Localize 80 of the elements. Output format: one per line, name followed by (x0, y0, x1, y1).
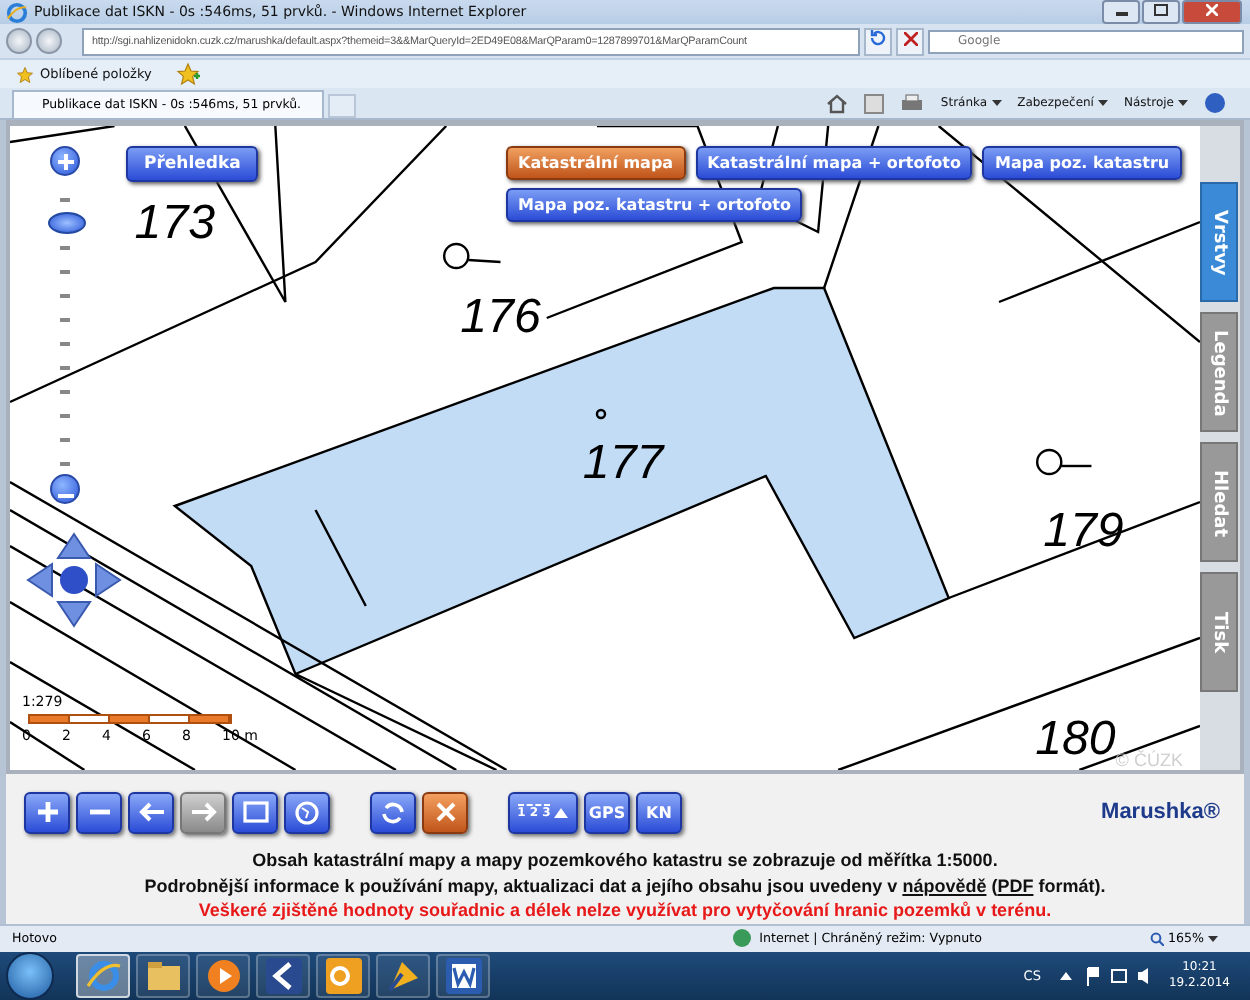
arrow-app-icon (385, 958, 421, 994)
refresh-button[interactable] (864, 27, 892, 56)
refresh-icon (380, 799, 406, 826)
side-tab[interactable]: Vrstvy (1200, 182, 1238, 303)
parcel-number: 176 (460, 290, 541, 345)
minimize-button[interactable] (1102, 0, 1140, 25)
tool-button[interactable]: KN (636, 791, 682, 834)
plus-icon (57, 153, 73, 170)
caret-icon (1097, 100, 1108, 107)
home-icon[interactable] (826, 93, 849, 114)
parcel-number: 180 (1035, 712, 1116, 767)
minus-icon (87, 808, 111, 817)
pan-control-icon[interactable] (24, 530, 124, 631)
caret-icon (1178, 100, 1188, 107)
parcel-number: 179 (1043, 504, 1124, 559)
side-tab[interactable]: Legenda (1200, 312, 1238, 433)
maximize-icon (1154, 4, 1168, 17)
caret-icon (1208, 935, 1218, 942)
overview-button[interactable]: Přehledka (126, 146, 259, 183)
help-note: Podrobnější informace k používání mapy, aktualizaci dat a jejího obsahu jsou uvedeny v nápovědě (PDF formát). (144, 873, 1106, 899)
forward-button[interactable] (36, 28, 62, 55)
layer-button[interactable]: Katastrální mapa + ortofoto (695, 146, 973, 181)
refresh-icon (870, 29, 886, 46)
help-link[interactable]: nápovědě (902, 875, 987, 896)
zoom-in-button[interactable] (50, 146, 80, 177)
back-button[interactable] (128, 791, 174, 834)
close-icon (1206, 4, 1218, 17)
maximize-button[interactable] (1142, 0, 1180, 25)
taskbar-app[interactable] (196, 954, 250, 998)
help-icon[interactable] (1204, 92, 1226, 115)
document-app-icon (445, 958, 481, 994)
folder-icon (145, 960, 181, 992)
refresh-button[interactable] (370, 791, 416, 834)
globe-button[interactable] (284, 791, 330, 834)
plus-icon (35, 800, 59, 825)
close-icon (433, 800, 457, 825)
rectangle-icon (241, 800, 269, 825)
close-icon (903, 31, 917, 46)
close-button[interactable] (1182, 0, 1242, 25)
minus-icon (57, 493, 73, 498)
parcel-number: 177 (582, 436, 664, 491)
parcel-number: 173 (134, 196, 216, 251)
left-arrow-icon (137, 800, 165, 825)
tray-icons[interactable] (1056, 966, 1153, 986)
start-button[interactable] (6, 952, 54, 1000)
taskbar-app[interactable] (136, 954, 190, 998)
stop-button[interactable] (896, 27, 924, 56)
browser-logo-icon (6, 1, 28, 24)
tool-button[interactable]: GPS (584, 791, 630, 834)
layer-button[interactable]: Katastrální mapa (506, 146, 686, 181)
taskbar-app[interactable] (376, 954, 430, 998)
layer-button[interactable]: Mapa poz. katastru (982, 146, 1182, 181)
right-arrow-icon (189, 800, 217, 825)
clear-button[interactable] (422, 791, 468, 834)
magnifier-icon (1149, 931, 1164, 946)
caret-icon (991, 100, 1002, 107)
minimize-icon (1115, 12, 1127, 17)
add-favorite-icon[interactable] (175, 62, 200, 87)
zoom-slider-thumb[interactable] (48, 211, 86, 234)
zoom-out-button[interactable] (76, 791, 122, 834)
brand-logo: Marushka® (1101, 800, 1220, 825)
warning-note: Veškeré zjištěné hodnoty souřadnic a délek nelze využívat pro vytyčování hranic pozemků v terénu. (198, 898, 1052, 924)
extent-button[interactable] (232, 791, 278, 834)
scale-note: Obsah katastrální mapy a mapy pozemkového katastru se zobrazuje od měřítka 1:5000. (252, 848, 998, 874)
side-tab[interactable]: Hledat (1200, 442, 1238, 563)
browser-icon (85, 958, 121, 994)
side-tab[interactable]: Tisk (1200, 572, 1238, 693)
taskbar-app[interactable] (256, 954, 310, 998)
taskbar-app[interactable] (316, 954, 370, 998)
zoom-out-button[interactable] (50, 474, 80, 505)
play-icon (205, 958, 241, 994)
star-icon (16, 65, 34, 84)
printer-icon[interactable] (900, 93, 925, 114)
taskbar-app[interactable] (436, 954, 490, 998)
mail-app-icon (325, 958, 361, 994)
chevron-icon (265, 958, 301, 994)
layer-button[interactable]: Mapa poz. katastru + ortofoto (506, 188, 803, 223)
help-link[interactable]: PDF (997, 875, 1034, 896)
zoom-in-button[interactable] (24, 791, 70, 834)
triangle-icon (554, 807, 569, 818)
